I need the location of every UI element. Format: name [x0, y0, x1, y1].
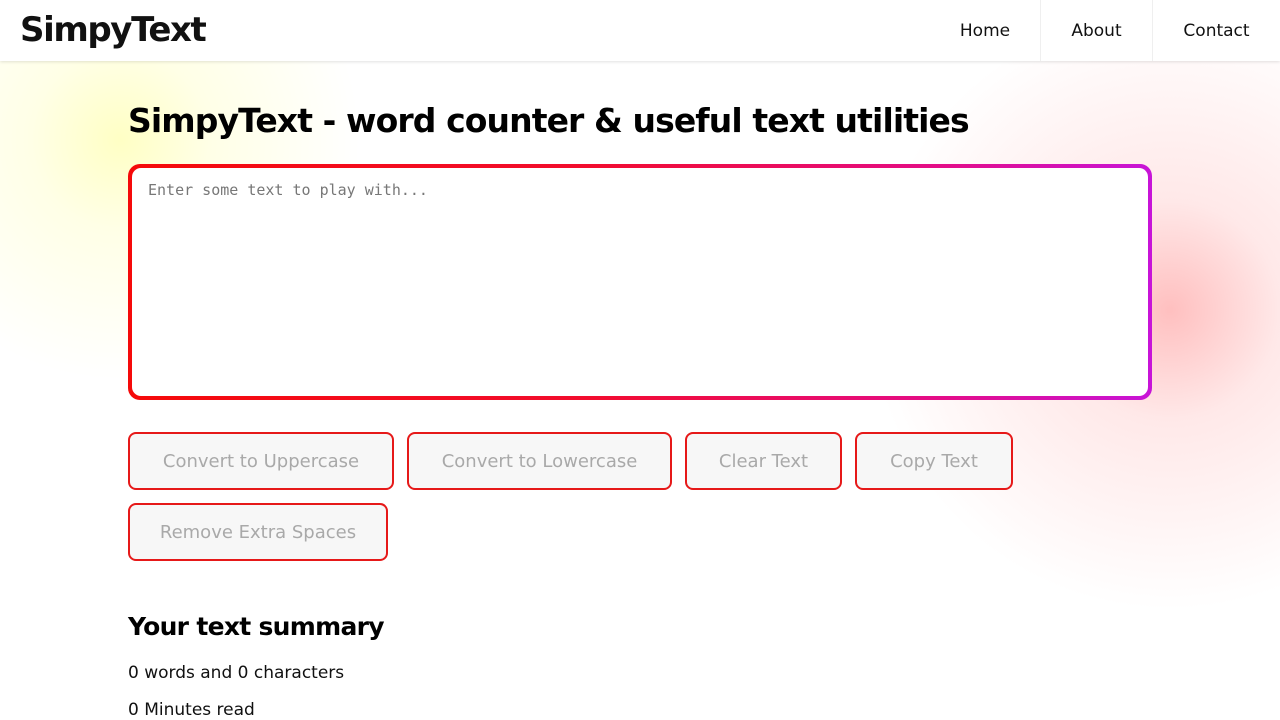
nav-about-link[interactable]: About: [1040, 0, 1152, 61]
page: SimpyText Home About Contact SimpyText -…: [0, 0, 1280, 720]
convert-lowercase-button[interactable]: Convert to Lowercase: [407, 432, 672, 490]
text-input-frame: [128, 164, 1152, 400]
nav-contact-link[interactable]: Contact: [1152, 0, 1280, 61]
remove-extra-spaces-button[interactable]: Remove Extra Spaces: [128, 503, 388, 561]
page-title: SimpyText - word counter & useful text u…: [128, 101, 970, 140]
clear-text-button[interactable]: Clear Text: [685, 432, 842, 490]
nav-links: Home About Contact: [930, 0, 1280, 61]
read-time: 0 Minutes read: [128, 700, 255, 720]
text-input[interactable]: [132, 168, 1148, 396]
action-buttons-row-2: Remove Extra Spaces: [128, 503, 388, 561]
summary-heading: Your text summary: [128, 612, 385, 641]
brand-logo[interactable]: SimpyText: [20, 10, 207, 50]
navbar: SimpyText Home About Contact: [0, 0, 1280, 61]
word-character-count: 0 words and 0 characters: [128, 663, 345, 683]
copy-text-button[interactable]: Copy Text: [855, 432, 1013, 490]
nav-home-link[interactable]: Home: [930, 0, 1040, 61]
action-buttons-row: Convert to Uppercase Convert to Lowercas…: [128, 432, 1013, 490]
convert-uppercase-button[interactable]: Convert to Uppercase: [128, 432, 394, 490]
